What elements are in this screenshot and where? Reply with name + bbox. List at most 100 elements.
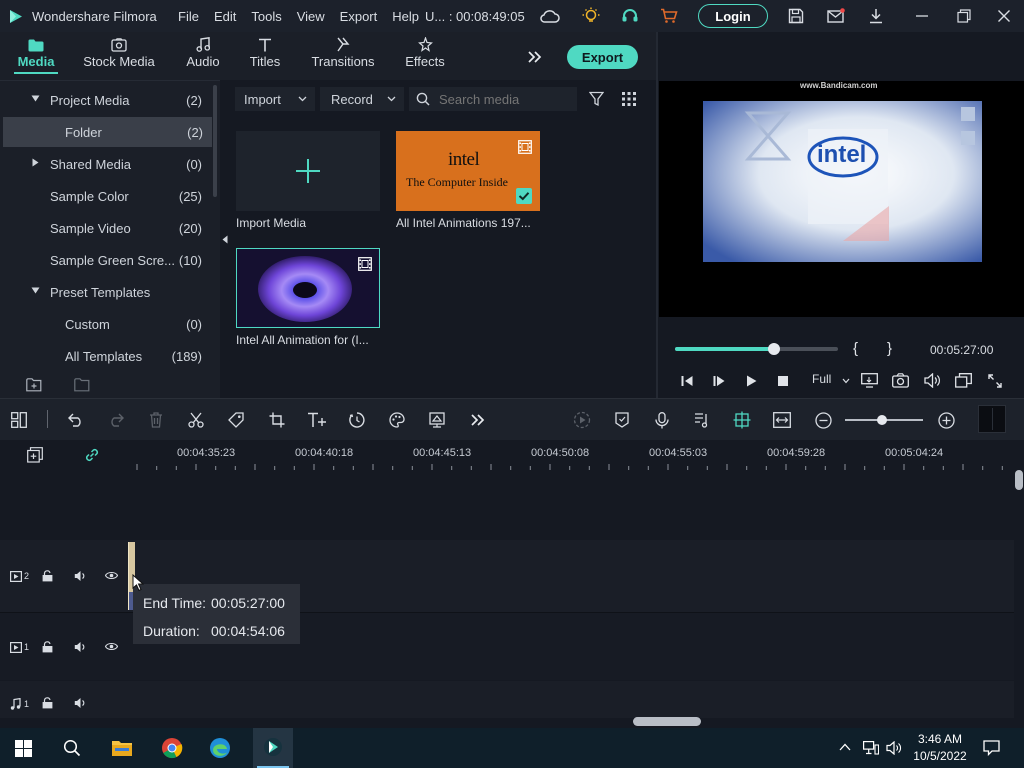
chevron-up-icon[interactable]: [839, 743, 851, 751]
search-box[interactable]: [409, 87, 577, 111]
edge-icon[interactable]: [209, 737, 231, 759]
play-pause-frame-icon[interactable]: [713, 375, 725, 387]
library-custom[interactable]: Custom (0): [0, 309, 214, 339]
tab-media[interactable]: Media: [10, 32, 62, 80]
more-tabs-chevron-icon[interactable]: [526, 48, 544, 66]
clock-date[interactable]: 10/5/2022: [911, 749, 969, 763]
timeline-ruler[interactable]: 00:04:35:23 00:04:40:18 00:04:45:13 00:0…: [128, 440, 1014, 472]
menu-file[interactable]: File: [178, 9, 199, 24]
audio-mixer-icon[interactable]: [690, 408, 714, 432]
filmora-taskbar-button[interactable]: [253, 728, 293, 768]
collapse-panel-caret-icon[interactable]: [222, 235, 228, 244]
speed-icon[interactable]: [345, 408, 369, 432]
snapshot-camera-icon[interactable]: [892, 373, 909, 388]
menu-view[interactable]: View: [297, 9, 325, 24]
quality-dropdown[interactable]: Full: [812, 372, 850, 390]
mail-icon[interactable]: [824, 4, 848, 28]
display-monitor-icon[interactable]: [861, 373, 878, 388]
library-all-templates[interactable]: All Templates (189): [0, 341, 214, 371]
render-preview-icon[interactable]: [570, 408, 594, 432]
speaker-icon[interactable]: [74, 641, 86, 653]
library-sample-video[interactable]: Sample Video (20): [0, 213, 214, 243]
media-clip-intel-all-animation[interactable]: [236, 248, 380, 328]
import-dropdown[interactable]: Import: [235, 87, 315, 111]
mark-in-button[interactable]: {: [853, 340, 858, 357]
stop-icon[interactable]: [778, 376, 788, 386]
tab-audio[interactable]: Audio: [180, 32, 226, 80]
speaker-icon[interactable]: [74, 570, 86, 582]
marker-shield-icon[interactable]: [610, 408, 634, 432]
tag-icon[interactable]: [224, 408, 248, 432]
search-input[interactable]: [439, 90, 569, 108]
close-icon[interactable]: [992, 4, 1016, 28]
login-button[interactable]: Login: [698, 4, 768, 28]
menu-help[interactable]: Help: [392, 9, 419, 24]
preview-canvas[interactable]: www.Bandicam.com intel: [659, 81, 1024, 317]
color-palette-icon[interactable]: [385, 408, 409, 432]
speaker-icon[interactable]: [74, 697, 86, 709]
tab-transitions[interactable]: Transitions: [308, 32, 378, 80]
network-icon[interactable]: [863, 741, 879, 755]
new-folder-icon[interactable]: [26, 378, 43, 392]
tab-titles[interactable]: Titles: [244, 32, 286, 80]
pip-window-icon[interactable]: [955, 373, 972, 388]
link-icon[interactable]: [84, 447, 100, 463]
maximize-icon[interactable]: [952, 4, 976, 28]
green-screen-icon[interactable]: [425, 408, 449, 432]
save-icon[interactable]: [784, 4, 808, 28]
record-dropdown[interactable]: Record: [320, 87, 404, 111]
scissors-icon[interactable]: [184, 408, 208, 432]
windows-start-icon[interactable]: [15, 740, 32, 757]
volume-icon[interactable]: [924, 373, 941, 388]
chrome-icon[interactable]: [161, 737, 183, 759]
library-folder[interactable]: Folder (2): [3, 117, 212, 147]
zoom-out-icon[interactable]: [811, 408, 835, 432]
library-preset-templates[interactable]: Preset Templates: [0, 277, 214, 307]
grid-view-icon[interactable]: [622, 92, 636, 106]
delete-icon[interactable]: [144, 408, 168, 432]
more-tools-chevron-icon[interactable]: [466, 408, 490, 432]
fit-timeline-icon[interactable]: [770, 408, 794, 432]
play-icon[interactable]: [746, 375, 757, 387]
lock-icon[interactable]: [42, 697, 53, 709]
microphone-icon[interactable]: [650, 408, 674, 432]
previous-frame-icon[interactable]: [681, 375, 693, 387]
redo-icon[interactable]: [104, 408, 128, 432]
add-track-icon[interactable]: [27, 447, 43, 463]
library-sample-color[interactable]: Sample Color (25): [0, 181, 214, 211]
cart-icon[interactable]: [657, 4, 681, 28]
library-sample-green-screen[interactable]: Sample Green Scre... (10): [0, 245, 214, 275]
add-text-icon[interactable]: [305, 408, 329, 432]
volume-icon[interactable]: [886, 741, 902, 755]
zoom-in-icon[interactable]: [934, 408, 958, 432]
audio-track-1[interactable]: 1: [0, 681, 1014, 718]
menu-edit[interactable]: Edit: [214, 9, 236, 24]
undo-icon[interactable]: [64, 408, 88, 432]
crop-icon[interactable]: [265, 408, 289, 432]
fullscreen-icon[interactable]: [988, 374, 1002, 388]
eye-icon[interactable]: [105, 642, 118, 651]
timeline-vertical-scrollbar[interactable]: [1015, 470, 1023, 490]
timeline-view-toggle[interactable]: [978, 405, 1006, 433]
minimize-icon[interactable]: [910, 4, 934, 28]
library-shared-media[interactable]: Shared Media (0): [0, 149, 214, 179]
lock-icon[interactable]: [42, 570, 53, 582]
menu-export[interactable]: Export: [340, 9, 378, 24]
headset-icon[interactable]: [618, 4, 642, 28]
library-scrollbar[interactable]: [213, 85, 217, 197]
eye-icon[interactable]: [105, 571, 118, 580]
tab-effects[interactable]: Effects: [400, 32, 450, 80]
preview-progress-track[interactable]: [675, 343, 838, 355]
notification-icon[interactable]: [983, 740, 1000, 756]
panel-divider[interactable]: [656, 32, 658, 398]
snap-magnet-icon[interactable]: [730, 408, 754, 432]
preview-progress-handle[interactable]: [768, 343, 781, 355]
menu-tools[interactable]: Tools: [251, 9, 281, 24]
download-icon[interactable]: [864, 4, 888, 28]
clock-time[interactable]: 3:46 AM: [916, 732, 964, 746]
library-project-media[interactable]: Project Media (2): [0, 85, 214, 115]
folder-outline-icon[interactable]: [74, 378, 91, 392]
media-clip-intel-197[interactable]: intel The Computer Inside: [396, 131, 540, 211]
tab-stock-media[interactable]: Stock Media: [80, 32, 158, 80]
search-icon[interactable]: [63, 739, 81, 757]
